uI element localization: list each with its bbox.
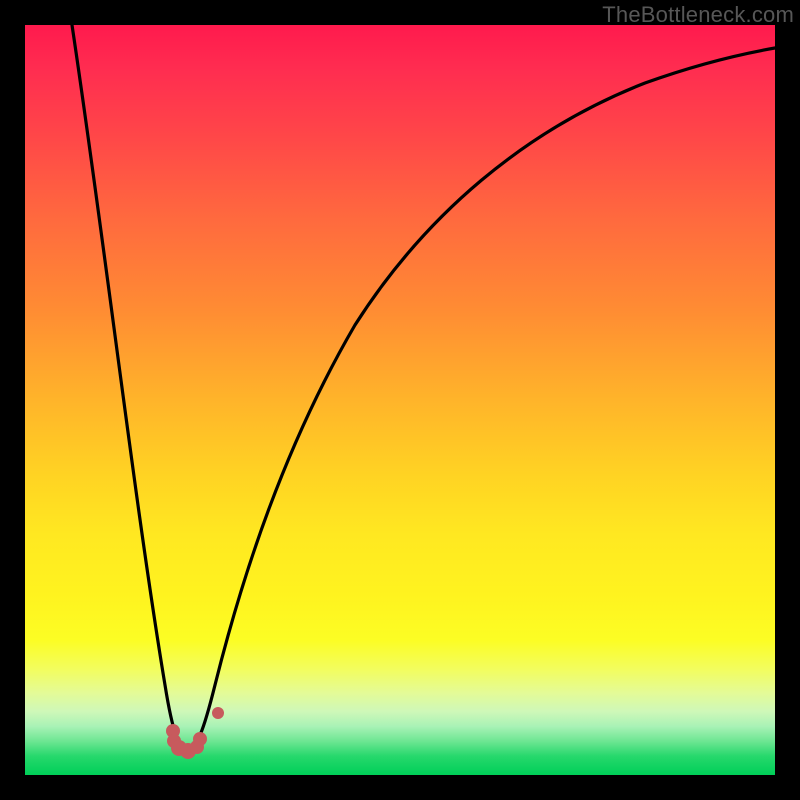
plot-area <box>25 25 775 775</box>
watermark-text: TheBottleneck.com <box>602 2 794 28</box>
chart-container: TheBottleneck.com <box>0 0 800 800</box>
bottleneck-curve <box>25 25 775 775</box>
valley-marker <box>166 707 224 759</box>
